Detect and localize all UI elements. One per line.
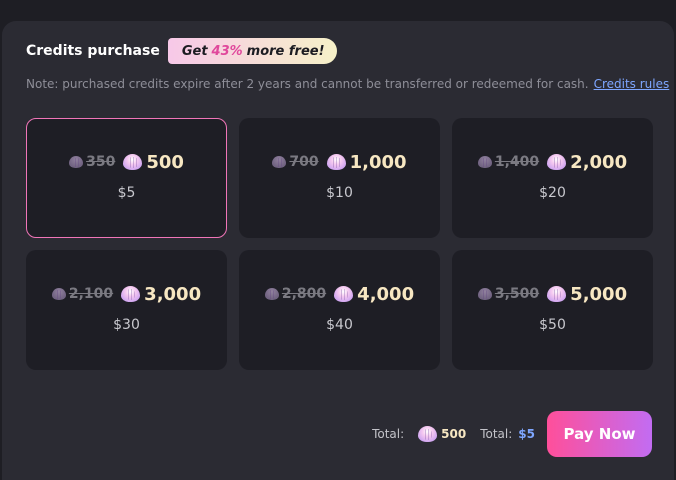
package-price: $20 xyxy=(539,184,566,201)
shell-icon xyxy=(264,288,279,300)
shell-icon xyxy=(334,286,354,302)
package-credits: 700 1,000 xyxy=(272,151,407,173)
shell-icon xyxy=(547,286,567,302)
package-grid: 350 500 $5 700 1,000 $10 1,400 2,000 $20… xyxy=(26,118,653,370)
shell-icon xyxy=(477,156,492,168)
promo-percent: 43% xyxy=(211,43,243,59)
package-price: $30 xyxy=(113,316,140,333)
bonus-credits: 3,000 xyxy=(144,283,202,305)
package-card-5[interactable]: 350 500 $5 xyxy=(26,118,227,238)
package-card-30[interactable]: 2,100 3,000 $30 xyxy=(26,250,227,370)
package-price: $50 xyxy=(539,316,566,333)
package-price: $5 xyxy=(117,184,136,201)
package-credits: 2,800 4,000 xyxy=(264,283,415,305)
credits-purchase-dialog: Credits purchase Get 43% more free! Note… xyxy=(2,21,674,480)
shell-icon xyxy=(418,426,438,442)
package-credits: 1,400 2,000 xyxy=(477,151,628,173)
original-credits: 2,800 xyxy=(281,286,327,302)
bonus-credits: 5,000 xyxy=(570,283,628,305)
expiry-note: Note: purchased credits expire after 2 y… xyxy=(26,77,669,91)
dialog-title: Credits purchase xyxy=(26,43,160,59)
shell-icon xyxy=(272,156,287,168)
original-credits: 350 xyxy=(86,154,116,170)
package-price: $40 xyxy=(326,316,353,333)
shell-icon xyxy=(69,156,84,168)
pay-now-button[interactable]: Pay Now xyxy=(547,411,652,457)
shell-icon xyxy=(477,288,492,300)
total-price: $5 xyxy=(518,427,535,441)
total-credits: 500 xyxy=(441,427,467,441)
dialog-header: Credits purchase Get 43% more free! xyxy=(26,38,337,64)
package-credits: 2,100 3,000 xyxy=(51,283,202,305)
original-credits: 2,100 xyxy=(68,286,114,302)
promo-suffix: more free! xyxy=(246,43,325,59)
package-card-40[interactable]: 2,800 4,000 $40 xyxy=(239,250,440,370)
package-credits: 350 500 xyxy=(69,152,184,173)
checkout-footer: Total: 500 Total: $5 Pay Now xyxy=(372,411,652,457)
bonus-credits: 2,000 xyxy=(570,151,628,173)
shell-icon xyxy=(51,288,66,300)
shell-icon xyxy=(326,154,346,170)
note-text: Note: purchased credits expire after 2 y… xyxy=(26,77,589,91)
bonus-credits: 4,000 xyxy=(357,283,415,305)
bonus-credits: 500 xyxy=(146,151,184,173)
shell-icon xyxy=(121,286,141,302)
promo-badge: Get 43% more free! xyxy=(167,38,337,64)
package-card-50[interactable]: 3,500 5,000 $50 xyxy=(452,250,653,370)
total-credits-label: Total: xyxy=(372,427,405,441)
shell-icon xyxy=(547,154,567,170)
original-credits: 700 xyxy=(289,154,319,170)
package-card-20[interactable]: 1,400 2,000 $20 xyxy=(452,118,653,238)
promo-prefix: Get xyxy=(181,43,208,59)
package-credits: 3,500 5,000 xyxy=(477,283,628,305)
credits-rules-link[interactable]: Credits rules xyxy=(594,77,670,91)
shell-icon xyxy=(123,154,143,170)
total-price-label: Total: xyxy=(480,427,513,441)
original-credits: 3,500 xyxy=(494,286,540,302)
bonus-credits: 1,000 xyxy=(349,151,407,173)
original-credits: 1,400 xyxy=(494,154,540,170)
package-card-10[interactable]: 700 1,000 $10 xyxy=(239,118,440,238)
package-price: $10 xyxy=(326,184,353,201)
